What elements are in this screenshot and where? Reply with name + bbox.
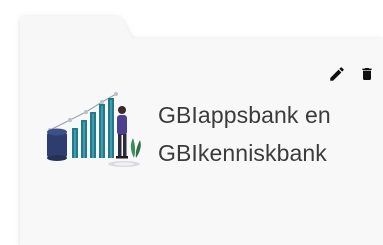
edit-button[interactable] (327, 63, 347, 85)
card-actions (327, 63, 377, 85)
pencil-icon (330, 67, 344, 81)
card-title-line-1: GBIappsbank en (158, 102, 331, 128)
trash-icon (362, 68, 372, 80)
app-canvas: GBIappsbank en GBIkenniskbank (0, 0, 383, 245)
folder-card[interactable]: GBIappsbank en GBIkenniskbank (0, 0, 383, 245)
card-title[interactable]: GBIappsbank en GBIkenniskbank (158, 96, 373, 172)
delete-button[interactable] (357, 63, 377, 85)
analytics-illustration (44, 86, 144, 176)
card-title-line-2: GBIkenniskbank (158, 140, 327, 166)
bar-chart-person-icon (47, 92, 141, 167)
